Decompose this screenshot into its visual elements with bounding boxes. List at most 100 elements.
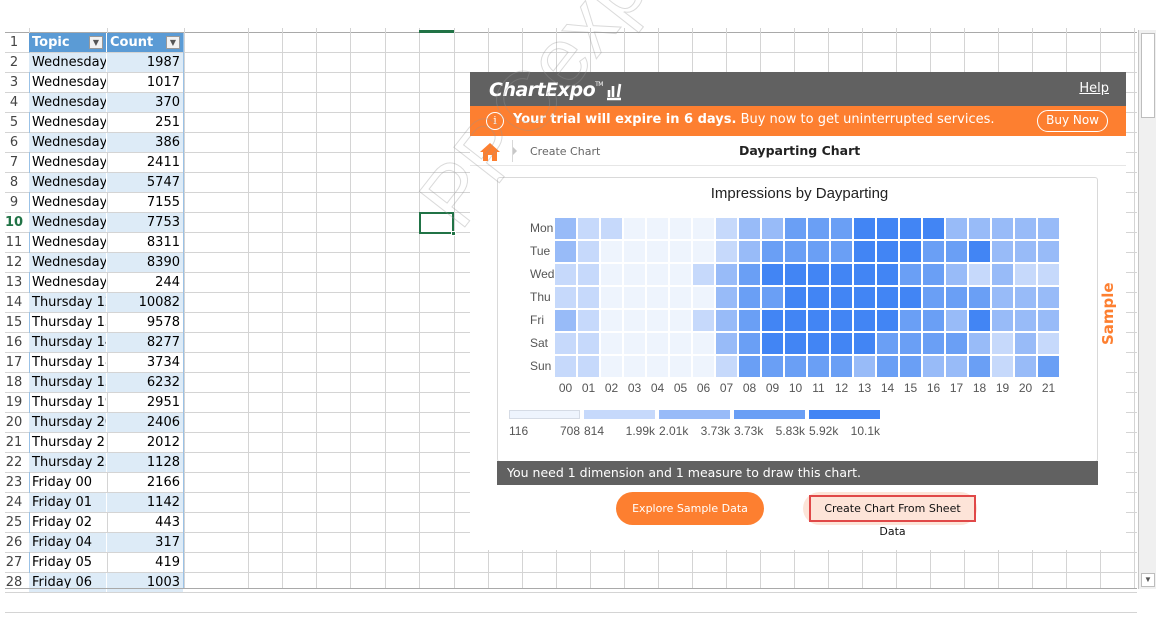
count-cell[interactable]: 7155 [107,193,183,212]
count-cell[interactable]: 6232 [107,373,183,392]
count-cell[interactable]: 2411 [107,153,183,172]
topic-cell[interactable]: Wednesday [29,213,106,232]
topic-cell[interactable]: Wednesday [29,193,106,212]
count-cell[interactable]: 5747 [107,173,183,192]
count-cell[interactable]: 419 [107,553,183,572]
topic-cell[interactable]: Friday 04 [29,533,106,552]
topic-cell[interactable]: Thursday 12 [29,293,106,312]
count-cell[interactable]: 8277 [107,333,183,352]
row-number[interactable]: 3 [0,73,28,93]
topic-cell[interactable]: Thursday 19 [29,393,106,412]
count-cell[interactable]: 2012 [107,433,183,452]
topic-cell[interactable]: Wednesday [29,113,106,132]
topic-cell[interactable]: Friday 05 [29,553,106,572]
row-number[interactable]: 6 [0,133,28,153]
row-number[interactable]: 10 [0,213,28,233]
row-number[interactable]: 11 [0,233,28,253]
topic-cell[interactable]: Friday 02 [29,513,106,532]
row-number[interactable]: 25 [0,513,28,533]
row-number[interactable]: 4 [0,93,28,113]
count-cell[interactable]: 8311 [107,233,183,252]
count-cell[interactable]: 10082 [107,293,183,312]
create-chart-from-sheet-button[interactable]: Create Chart From Sheet Data [809,495,976,538]
topic-cell[interactable]: Wednesday [29,93,106,112]
count-cell[interactable]: 7753 [107,213,183,232]
count-cell[interactable]: 386 [107,133,183,152]
topic-cell[interactable]: Thursday 20 [29,413,106,432]
scroll-down-arrow-icon[interactable]: ▼ [1141,573,1155,587]
count-cell[interactable]: 1128 [107,453,183,472]
row-number[interactable]: 20 [0,413,28,433]
topic-cell[interactable]: Thursday 18 [29,353,106,372]
row-number[interactable]: 9 [0,193,28,213]
heatmap-cell [969,218,990,239]
row-number[interactable]: 1 [0,33,28,53]
count-cell[interactable]: 1003 [107,573,183,592]
row-number[interactable]: 18 [0,373,28,393]
topic-cell[interactable]: Wednesday [29,233,106,252]
topic-cell[interactable]: Friday 01 [29,493,106,512]
count-cell[interactable]: 317 [107,533,183,552]
scrollbar-thumb[interactable] [1141,33,1155,118]
row-number[interactable]: 15 [0,313,28,333]
topic-cell[interactable]: Thursday 21 [29,433,106,452]
count-cell[interactable]: 2166 [107,473,183,492]
count-cell[interactable]: 9578 [107,313,183,332]
table-header-count[interactable]: Count ▼ [107,33,183,52]
count-cell[interactable]: 2406 [107,413,183,432]
topic-cell[interactable]: Wednesday [29,73,106,92]
topic-cell[interactable]: Friday 06 [29,573,106,592]
row-number[interactable]: 26 [0,533,28,553]
topic-cell[interactable]: Wednesday [29,53,106,72]
count-cell[interactable]: 1142 [107,493,183,512]
breadcrumb-create-chart[interactable]: Create Chart [530,145,600,158]
vertical-scrollbar[interactable]: ▼ [1138,30,1156,589]
filter-dropdown-icon[interactable]: ▼ [89,36,103,49]
topic-cell[interactable]: Thursday 23 [29,453,106,472]
topic-cell[interactable]: Wednesday [29,253,106,272]
row-number[interactable]: 28 [0,573,28,593]
filter-dropdown-icon[interactable]: ▼ [166,36,180,49]
topic-cell[interactable]: Thursday 13 [29,313,106,332]
row-number[interactable]: 13 [0,273,28,293]
table-header-topic[interactable]: Topic ▼ [29,33,106,52]
count-cell[interactable]: 1987 [107,53,183,72]
count-cell[interactable]: 370 [107,93,183,112]
row-number[interactable]: 19 [0,393,28,413]
row-number[interactable]: 21 [0,433,28,453]
topic-cell[interactable]: Friday 00 [29,473,106,492]
heatmap-cell [647,218,668,239]
row-number[interactable]: 22 [0,453,28,473]
topic-cell[interactable]: Wednesday [29,133,106,152]
row-number[interactable]: 23 [0,473,28,493]
topic-cell[interactable]: Wednesday [29,153,106,172]
row-number[interactable]: 5 [0,113,28,133]
count-cell[interactable]: 2951 [107,393,183,412]
topic-cell[interactable]: Wednesday [29,173,106,192]
home-icon[interactable] [479,142,501,162]
row-number[interactable]: 16 [0,333,28,353]
row-number[interactable]: 24 [0,493,28,513]
row-number[interactable]: 27 [0,553,28,573]
topic-cell[interactable]: Wednesday [29,273,106,292]
count-cell[interactable]: 251 [107,113,183,132]
count-cell[interactable]: 3734 [107,353,183,372]
count-cell[interactable]: 244 [107,273,183,292]
row-number[interactable]: 2 [0,53,28,73]
help-link[interactable]: Help [1079,81,1109,96]
row-number[interactable]: 17 [0,353,28,373]
count-cell[interactable]: 1017 [107,73,183,92]
topic-cell[interactable]: Thursday 15 [29,373,106,392]
fill-handle[interactable] [451,231,456,236]
row-number[interactable]: 8 [0,173,28,193]
heatmap-cell [831,241,852,262]
topic-cell[interactable]: Thursday 14 [29,333,106,352]
selected-cell[interactable] [419,212,456,236]
row-number[interactable]: 12 [0,253,28,273]
count-cell[interactable]: 8390 [107,253,183,272]
row-number[interactable]: 7 [0,153,28,173]
explore-sample-data-button[interactable]: Explore Sample Data [616,492,764,525]
count-cell[interactable]: 443 [107,513,183,532]
buy-now-button[interactable]: Buy Now [1037,110,1108,132]
row-number[interactable]: 14 [0,293,28,313]
